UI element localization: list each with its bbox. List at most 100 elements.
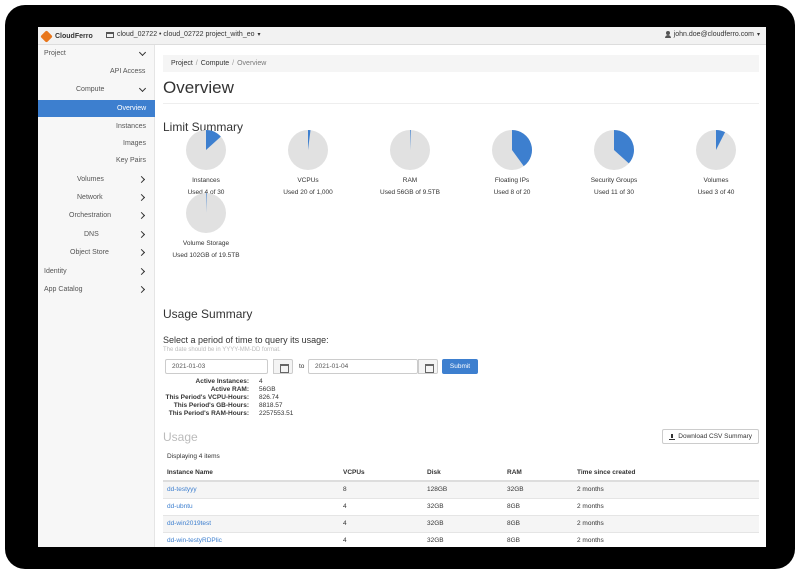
- pie-label: RAM: [402, 177, 418, 184]
- stat-value: 826.74: [259, 394, 279, 401]
- breadcrumb: Project / Compute / Overview: [163, 55, 759, 72]
- sidebar-item-object-store[interactable]: Object Store: [38, 244, 155, 261]
- instance-name-link[interactable]: dd-ubntu: [163, 498, 339, 516]
- table-row: dd-win-testyRDPlic 4 32GB 8GB 2 months: [163, 532, 759, 547]
- pie-chart: [492, 130, 533, 170]
- calendar-icon[interactable]: [418, 359, 438, 374]
- chevron-right-icon: [137, 193, 146, 202]
- column-header: Time since created: [573, 464, 759, 482]
- limit-pie-volumes: Volumes Used 3 of 40: [671, 129, 761, 196]
- sidebar-item-label: Orchestration: [69, 212, 112, 219]
- download-csv-button[interactable]: Download CSV Summary: [662, 429, 759, 444]
- stat-label: This Period's GB-Hours:: [173, 402, 249, 409]
- table-row: dd-win2019test 4 32GB 8GB 2 months: [163, 515, 759, 533]
- pie-label: VCPUs: [297, 177, 319, 184]
- sidebar-item-key-pairs[interactable]: Key Pairs: [38, 152, 155, 169]
- sidebar-item-label: Images: [123, 140, 146, 147]
- user-menu[interactable]: john.doe@cloudferro.com ▾: [664, 31, 760, 38]
- pie-label: Volumes: [703, 177, 729, 184]
- download-csv-label: Download CSV Summary: [678, 433, 752, 440]
- table-cell: 128GB: [423, 481, 503, 499]
- instance-name-link[interactable]: dd-win-testyRDPlic: [163, 532, 339, 547]
- sidebar-item-api-access[interactable]: API Access: [38, 63, 155, 80]
- pie-used-text: Used 11 of 30: [594, 189, 634, 196]
- pie-used-text: Used 56GB of 9.5TB: [380, 189, 440, 196]
- table-cell: 4: [339, 532, 423, 547]
- screen: CloudFerro cloud_02722 • cloud_02722 pro…: [38, 27, 766, 547]
- chevron-right-icon: [137, 211, 146, 220]
- sidebar-item-identity[interactable]: Identity: [38, 263, 155, 280]
- caret-down-icon: ▾: [756, 32, 760, 38]
- cloudferro-logo-icon: [40, 29, 53, 43]
- pie-chart: [594, 130, 634, 170]
- chevron-right-icon: [137, 230, 146, 239]
- stat-value: 56GB: [259, 386, 276, 393]
- brand-logo[interactable]: CloudFerro: [40, 29, 93, 43]
- pie-chart: [186, 193, 226, 233]
- pie-used-text: Used 102GB of 19.5TB: [172, 252, 240, 259]
- instance-name-link[interactable]: dd-testyyy: [163, 481, 339, 499]
- breadcrumb-compute[interactable]: Compute: [201, 60, 229, 67]
- sidebar-item-network[interactable]: Network: [38, 189, 155, 206]
- column-header: RAM: [503, 464, 573, 482]
- pie-chart: [696, 130, 736, 170]
- limit-pie-ram: RAM Used 56GB of 9.5TB: [365, 129, 455, 196]
- stat-label: This Period's RAM-Hours:: [168, 410, 249, 417]
- table-cell: 2 months: [573, 481, 759, 499]
- sidebar-item-label: Instances: [116, 123, 146, 130]
- sidebar-item-compute[interactable]: Compute: [38, 81, 155, 98]
- sidebar-item-overview[interactable]: Overview: [38, 100, 155, 117]
- limit-pie-volume-storage: Volume Storage Used 102GB of 19.5TB: [161, 192, 251, 259]
- project-switcher[interactable]: cloud_02722 • cloud_02722 project_with_e…: [106, 31, 261, 38]
- table-cell: 8GB: [503, 498, 573, 516]
- pie-used-text: Used 20 of 1,000: [283, 189, 333, 196]
- divider: [163, 103, 759, 104]
- sidebar-item-orchestration[interactable]: Orchestration: [38, 207, 155, 224]
- usage-summary-heading: Usage Summary: [163, 307, 253, 321]
- pie-chart: [390, 129, 430, 170]
- end-date-input[interactable]: 2021-01-04: [308, 359, 418, 374]
- table-cell: 8: [339, 481, 423, 499]
- date-format-help: The date should be in YYYY-MM-DD format.: [163, 347, 281, 353]
- sidebar-item-app-catalog[interactable]: App Catalog: [38, 281, 155, 298]
- table-cell: 8GB: [503, 532, 573, 547]
- pie-chart: [186, 130, 226, 170]
- breadcrumb-project[interactable]: Project: [171, 60, 193, 67]
- sidebar-item-dns[interactable]: DNS: [38, 226, 155, 243]
- start-date-input[interactable]: 2021-01-03: [165, 359, 268, 374]
- pie-used-text: Used 8 of 20: [493, 189, 531, 196]
- table-cell: 32GB: [503, 481, 573, 499]
- table-row: dd-ubntu 4 32GB 8GB 2 months: [163, 498, 759, 516]
- sidebar-item-images[interactable]: Images: [38, 135, 155, 152]
- limit-pie-floating-ips: Floating IPs Used 8 of 20: [467, 129, 557, 196]
- pie-label: Instances: [192, 177, 220, 184]
- chevron-down-icon: [138, 48, 147, 57]
- sidebar-item-label: Overview: [117, 105, 147, 112]
- sidebar-item-volumes[interactable]: Volumes: [38, 171, 155, 188]
- sidebar-item-label: App Catalog: [44, 286, 83, 293]
- chevron-right-icon: [137, 285, 146, 294]
- sidebar-item-instances[interactable]: Instances: [38, 118, 155, 135]
- limit-pie-vcpus: VCPUs Used 20 of 1,000: [263, 129, 353, 196]
- table-cell: 8GB: [503, 515, 573, 533]
- sidebar-item-project[interactable]: Project: [38, 45, 155, 62]
- stat-value: 2257553.51: [259, 410, 294, 417]
- stat-label: This Period's VCPU-Hours:: [165, 394, 249, 401]
- stat-gb-hours: This Period's GB-Hours: 8818.57: [163, 402, 363, 410]
- calendar-icon[interactable]: [273, 359, 293, 374]
- instance-name-link[interactable]: dd-win2019test: [163, 515, 339, 533]
- displaying-count-top: Displaying 4 items: [167, 453, 220, 460]
- submit-button[interactable]: Submit: [442, 359, 478, 374]
- stat-active-ram: Active RAM: 56GB: [163, 386, 363, 394]
- user-email: john.doe@cloudferro.com: [673, 31, 754, 38]
- query-title: Select a period of time to query its usa…: [163, 335, 329, 345]
- sidebar-item-label: Network: [77, 194, 103, 201]
- top-navbar: CloudFerro cloud_02722 • cloud_02722 pro…: [38, 27, 766, 45]
- table-cell: 4: [339, 498, 423, 516]
- table-cell: 32GB: [423, 532, 503, 547]
- sidebar-item-label: Object Store: [70, 249, 109, 256]
- table-cell: 4: [339, 515, 423, 533]
- chevron-right-icon: [137, 175, 146, 184]
- download-icon: [669, 433, 676, 440]
- stat-ram-hours: This Period's RAM-Hours: 2257553.51: [163, 410, 363, 418]
